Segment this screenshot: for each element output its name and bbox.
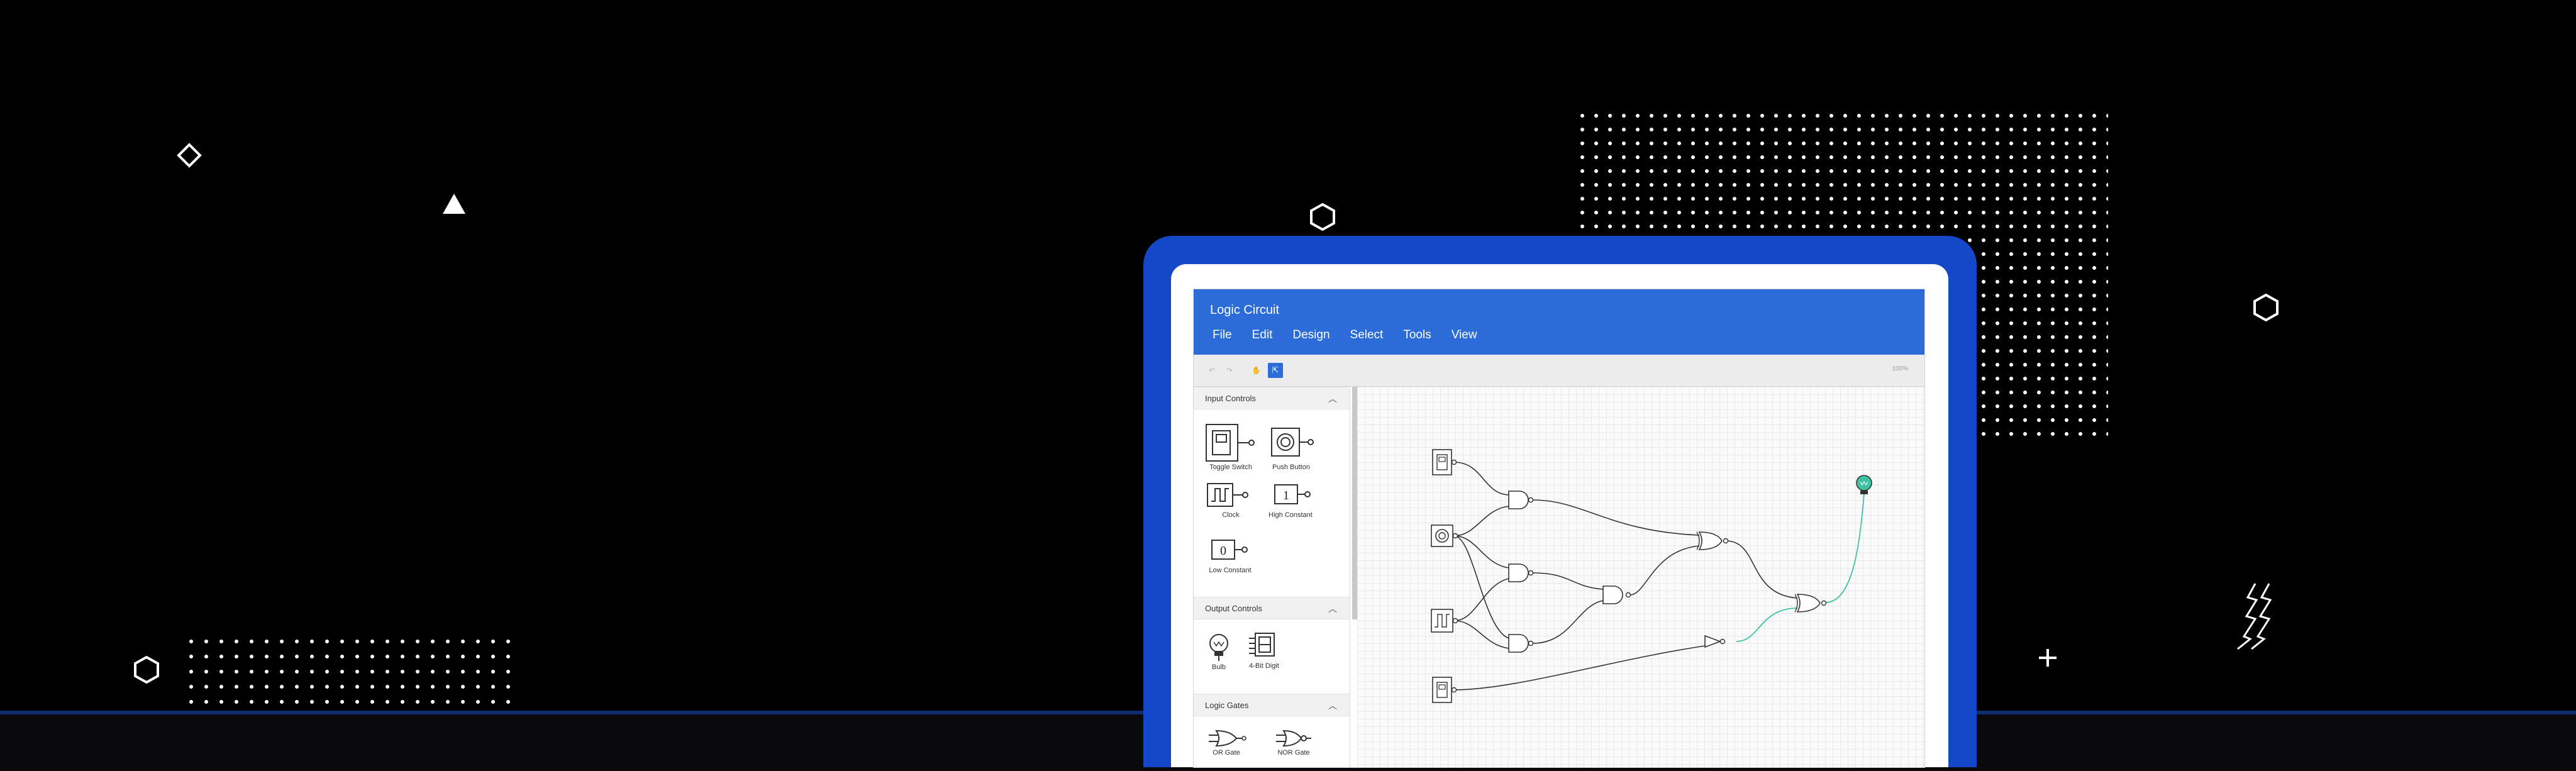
wire (1453, 462, 1509, 496)
wire (1453, 645, 1706, 691)
or-gate-node[interactable] (1696, 531, 1729, 550)
wire (1532, 600, 1604, 644)
nor-gate-icon (1276, 729, 1311, 747)
svg-text:1: 1 (1283, 489, 1289, 502)
wire (1725, 540, 1798, 599)
section-output-controls[interactable]: Output Controls ︿ (1194, 597, 1350, 619)
wire (1453, 535, 1509, 569)
menu-select[interactable]: Select (1340, 326, 1394, 345)
palette-label: High Constant (1269, 511, 1313, 519)
section-logic-gates[interactable]: Logic Gates ︿ (1194, 694, 1350, 716)
chevron-up-icon[interactable]: ︿ (1328, 392, 1337, 405)
and-gate-node[interactable] (1508, 491, 1534, 509)
not-gate-node[interactable] (1704, 635, 1726, 648)
bulb-icon (1209, 634, 1228, 661)
hexagon-shape (1308, 202, 1337, 231)
palette-label: OR Gate (1213, 749, 1240, 757)
palette-label: NOR Gate (1277, 749, 1310, 757)
palette-or-gate[interactable]: OR Gate (1206, 729, 1246, 757)
palette-toggle-switch[interactable]: Toggle Switch (1205, 423, 1257, 471)
toggle-switch-icon (1206, 424, 1255, 462)
or-gate-icon (1209, 729, 1246, 747)
app-window: Logic Circuit File Edit Design Select To… (1194, 289, 1924, 767)
palette-label: Low Constant (1209, 567, 1252, 574)
and-gate-node[interactable] (1508, 634, 1534, 653)
palette-clock[interactable]: Clock (1205, 481, 1257, 519)
palette-label: Push Button (1272, 463, 1310, 471)
wire (1532, 572, 1604, 590)
menu-file[interactable]: File (1202, 326, 1242, 345)
wire (1532, 499, 1700, 536)
menu-bar: File Edit Design Select Tools View (1202, 326, 1487, 345)
app-title: Logic Circuit (1210, 303, 1280, 317)
and-gate-node[interactable] (1602, 585, 1631, 604)
zoom-level[interactable]: 100% (1892, 365, 1908, 372)
diamond-shape (174, 140, 205, 171)
digit-display-icon (1249, 633, 1275, 657)
palette-label: Toggle Switch (1209, 463, 1252, 471)
and-gate-node[interactable] (1508, 563, 1534, 582)
section-title: Input Controls (1205, 394, 1256, 403)
menu-design[interactable]: Design (1282, 326, 1340, 345)
palette-label: Clock (1222, 511, 1240, 519)
palette-4-bit-digit[interactable]: 4-Bit Digit (1241, 631, 1287, 670)
wire (1453, 620, 1509, 649)
palette-push-button[interactable]: Push Button (1265, 426, 1317, 471)
clock-node[interactable] (1431, 609, 1458, 633)
section-title: Logic Gates (1205, 701, 1249, 710)
triangle-shape (441, 192, 467, 215)
menu-tools[interactable]: Tools (1393, 326, 1441, 345)
clock-icon (1207, 483, 1248, 507)
active-wire (1825, 493, 1865, 603)
palette-nor-gate[interactable]: NOR Gate (1272, 729, 1316, 757)
pan-icon[interactable]: ✋ (1252, 366, 1261, 375)
palette-high-constant[interactable]: 1 High Constant (1262, 481, 1319, 519)
chevron-up-icon[interactable]: ︿ (1328, 699, 1337, 712)
undo-icon[interactable]: ↶ (1209, 366, 1215, 375)
pointer-icon[interactable]: ⇱ (1268, 363, 1283, 378)
toggle-switch-node[interactable] (1432, 449, 1457, 475)
zigzag-shape (2225, 579, 2285, 654)
push-button-node[interactable] (1431, 524, 1458, 547)
palette-bulb[interactable]: Bulb (1202, 632, 1235, 671)
low-constant-icon: 0 (1211, 540, 1248, 560)
app-header: Logic Circuit File Edit Design Select To… (1194, 289, 1924, 355)
palette-label: Bulb (1211, 663, 1226, 671)
palette-scrollbar[interactable] (1352, 387, 1357, 619)
toggle-switch-node[interactable] (1432, 677, 1457, 703)
wire (1453, 578, 1509, 621)
menu-view[interactable]: View (1441, 326, 1487, 345)
plus-shape (2036, 646, 2059, 669)
bulb-output-node[interactable] (1856, 475, 1872, 494)
palette-low-constant[interactable]: 0 Low Constant (1201, 536, 1259, 574)
circuit-diagram[interactable] (1357, 387, 1924, 767)
active-wire (1736, 607, 1798, 642)
section-input-controls[interactable]: Input Controls ︿ (1194, 387, 1350, 409)
diagram-canvas[interactable] (1357, 387, 1924, 767)
high-constant-icon: 1 (1274, 484, 1311, 504)
svg-text:0: 0 (1220, 544, 1226, 558)
hexagon-shape (2251, 293, 2280, 322)
push-button-icon (1271, 428, 1314, 457)
chevron-up-icon[interactable]: ︿ (1328, 602, 1337, 615)
xor-gate-node[interactable] (1794, 594, 1827, 613)
redo-icon[interactable]: ↷ (1226, 366, 1233, 375)
toolbar: ↶ ↷ ✋ ⇱ 100% (1194, 355, 1924, 387)
wire (1453, 506, 1509, 536)
section-title: Output Controls (1205, 604, 1263, 613)
hexagon-shape (132, 655, 161, 684)
menu-edit[interactable]: Edit (1242, 326, 1283, 345)
wire (1629, 545, 1700, 596)
palette-label: 4-Bit Digit (1249, 662, 1279, 670)
symbol-palette: Input Controls ︿ Toggle Switch Push Butt… (1194, 387, 1357, 767)
